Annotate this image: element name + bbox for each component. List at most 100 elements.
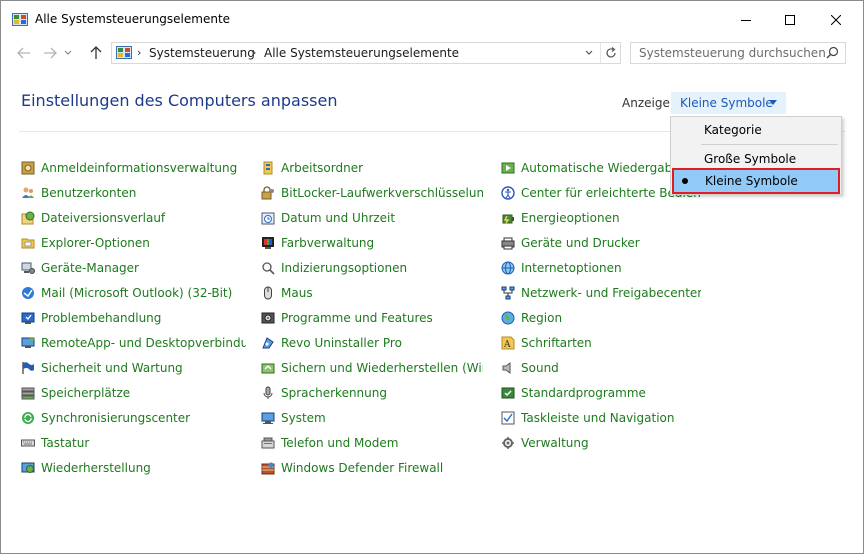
item-arbeitsordner[interactable]: Arbeitsordner	[261, 160, 483, 178]
item-telefon-modem[interactable]: Telefon und Modem	[261, 435, 483, 453]
network-icon	[501, 286, 515, 300]
region-icon	[501, 311, 515, 325]
file-history-icon	[21, 211, 35, 225]
firewall-icon	[261, 461, 275, 475]
item-programme-features[interactable]: Programme und Features	[261, 310, 483, 328]
forward-button[interactable]	[39, 43, 61, 63]
view-label: Anzeige:	[622, 96, 674, 110]
device-manager-icon	[21, 261, 35, 275]
item-region[interactable]: Region	[501, 310, 701, 328]
minimize-button[interactable]	[723, 1, 769, 39]
sync-icon	[21, 411, 35, 425]
item-dateiversionsverlauf[interactable]: Dateiversionsverlauf	[21, 210, 246, 228]
phone-modem-icon	[261, 436, 275, 450]
address-history-button[interactable]	[580, 43, 598, 63]
ease-of-access-icon	[501, 186, 515, 200]
item-mail[interactable]: Mail (Microsoft Outlook) (32-Bit)	[21, 285, 246, 303]
remote-desktop-icon	[21, 336, 35, 350]
item-anmeldeinformationsverwaltung[interactable]: Anmeldeinformationsverwaltung	[21, 160, 246, 178]
item-revo-uninstaller[interactable]: Revo Uninstaller Pro	[261, 335, 483, 353]
breadcrumb-separator-icon[interactable]: ›	[137, 46, 141, 59]
system-icon	[261, 411, 275, 425]
item-sound[interactable]: Sound	[501, 360, 701, 378]
search-icon[interactable]	[826, 46, 839, 62]
menu-item-kleine-symbole[interactable]: Kleine Symbole	[672, 168, 840, 194]
close-button[interactable]	[813, 1, 859, 39]
control-panel-icon	[12, 13, 28, 26]
item-tastatur[interactable]: Tastatur	[21, 435, 246, 453]
maximize-icon	[785, 15, 795, 25]
credential-vault-icon	[21, 161, 35, 175]
item-schriftarten[interactable]: A Schriftarten	[501, 335, 701, 353]
item-geraete-manager[interactable]: Geräte-Manager	[21, 260, 246, 278]
item-farbverwaltung[interactable]: Farbverwaltung	[261, 235, 483, 253]
users-icon	[21, 186, 35, 200]
item-speicherplaetze[interactable]: Speicherplätze	[21, 385, 246, 403]
recent-locations-button[interactable]	[61, 43, 75, 63]
keyboard-icon	[21, 436, 35, 450]
item-sicherheit-wartung[interactable]: Sicherheit und Wartung	[21, 360, 246, 378]
item-energieoptionen[interactable]: Energieoptionen	[501, 210, 701, 228]
item-benutzerkonten[interactable]: Benutzerkonten	[21, 185, 246, 203]
address-bar[interactable]: › Systemsteuerung › Alle Systemsteuerung…	[111, 42, 621, 64]
internet-options-icon	[501, 261, 515, 275]
item-explorer-optionen[interactable]: Explorer-Optionen	[21, 235, 246, 253]
item-bitlocker[interactable]: BitLocker-Laufwerkverschlüsselung	[261, 185, 483, 203]
folder-options-icon	[21, 236, 35, 250]
item-geraete-drucker[interactable]: Geräte und Drucker	[501, 235, 701, 253]
item-wiederherstellung[interactable]: Wiederherstellung	[21, 460, 246, 478]
breadcrumb-systemsteuerung[interactable]: Systemsteuerung	[149, 46, 255, 60]
view-dropdown[interactable]: Kleine Symbole	[671, 92, 786, 114]
item-netzwerk-freigabecenter[interactable]: Netzwerk- und Freigabecenter	[501, 285, 701, 303]
up-button[interactable]	[85, 43, 107, 63]
backup-icon	[261, 361, 275, 375]
view-dropdown-value: Kleine Symbole	[680, 96, 773, 110]
arrow-right-icon	[44, 47, 57, 59]
color-management-icon	[261, 236, 275, 250]
refresh-icon	[606, 47, 616, 58]
item-remoteapp[interactable]: RemoteApp- und Desktopverbindun...	[21, 335, 246, 353]
chevron-down-icon	[585, 50, 593, 55]
selected-bullet-icon	[682, 178, 688, 184]
window-title: Alle Systemsteuerungselemente	[35, 12, 231, 26]
refresh-button[interactable]	[600, 43, 621, 63]
close-icon	[831, 15, 841, 25]
taskbar-icon	[501, 411, 515, 425]
item-sichern-wiederherstellen[interactable]: Sichern und Wiederherstellen (Wind...	[261, 360, 483, 378]
item-internetoptionen[interactable]: Internetoptionen	[501, 260, 701, 278]
item-standardprogramme[interactable]: Standardprogramme	[501, 385, 701, 403]
item-maus[interactable]: Maus	[261, 285, 483, 303]
arrow-left-icon	[17, 47, 30, 59]
item-indizierungsoptionen[interactable]: Indizierungsoptionen	[261, 260, 483, 278]
item-system[interactable]: System	[261, 410, 483, 428]
indexing-icon	[261, 261, 275, 275]
svg-text:A: A	[503, 340, 511, 350]
minimize-icon	[741, 20, 751, 21]
search-box[interactable]: Systemsteuerung durchsuchen	[630, 42, 846, 64]
item-synchronisierungscenter[interactable]: Synchronisierungscenter	[21, 410, 246, 428]
search-input[interactable]: Systemsteuerung durchsuchen	[639, 46, 826, 60]
breadcrumb-separator-icon[interactable]: ›	[252, 46, 256, 59]
menu-separator	[701, 144, 838, 145]
menu-item-grosse-symbole[interactable]: Große Symbole	[671, 148, 841, 170]
admin-tools-icon	[501, 436, 515, 450]
power-options-icon	[501, 211, 515, 225]
item-spracherkennung[interactable]: Spracherkennung	[261, 385, 483, 403]
item-windows-defender-firewall[interactable]: Windows Defender Firewall	[261, 460, 483, 478]
breadcrumb-all-items[interactable]: Alle Systemsteuerungselemente	[264, 46, 459, 60]
menu-item-kategorie[interactable]: Kategorie	[671, 119, 841, 141]
recovery-icon	[21, 461, 35, 475]
item-verwaltung[interactable]: Verwaltung	[501, 435, 701, 453]
work-folders-icon	[261, 161, 275, 175]
troubleshoot-icon	[21, 311, 35, 325]
maximize-button[interactable]	[767, 1, 813, 39]
title-bar[interactable]: Alle Systemsteuerungselemente	[1, 1, 863, 39]
item-problembehandlung[interactable]: Problembehandlung	[21, 310, 246, 328]
back-button[interactable]	[13, 43, 35, 63]
chevron-down-icon	[769, 100, 777, 105]
item-taskleiste-navigation[interactable]: Taskleiste und Navigation	[501, 410, 701, 428]
chevron-down-icon	[64, 50, 72, 55]
fonts-icon: A	[501, 336, 515, 350]
item-datum-uhrzeit[interactable]: Datum und Uhrzeit	[261, 210, 483, 228]
autoplay-icon	[501, 161, 515, 175]
